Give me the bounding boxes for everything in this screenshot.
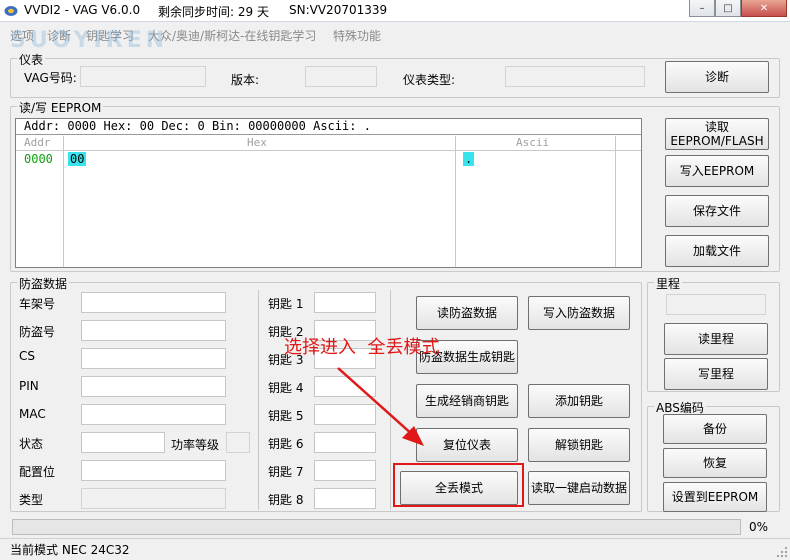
annotation-highlight-box (393, 463, 524, 507)
unlock-key-button[interactable]: 解锁钥匙 (528, 428, 630, 462)
minimize-button[interactable]: – (689, 0, 715, 17)
key-4-label: 钥匙 4 (268, 381, 304, 395)
version-label: 版本: (231, 73, 260, 87)
progress-bar (12, 519, 741, 535)
write-immo-button[interactable]: 写入防盗数据 (528, 296, 630, 330)
row-ascii-char[interactable]: . (463, 152, 475, 166)
addr-info-value: 0000 (67, 119, 97, 133)
set-to-eeprom-button[interactable]: 设置到EEPROM (663, 482, 767, 512)
menu-special-functions[interactable]: 特殊功能 (333, 27, 381, 44)
read-mileage-button[interactable]: 读里程 (664, 323, 768, 355)
reset-instrument-button[interactable]: 复位仪表 (416, 428, 518, 462)
key-1-field[interactable] (314, 292, 376, 313)
vag-number-field[interactable] (80, 66, 206, 87)
mac-label: MAC (19, 407, 46, 421)
save-file-button[interactable]: 保存文件 (665, 195, 769, 227)
read-push-start-button[interactable]: 读取一键启动数据 (528, 471, 630, 505)
load-file-button[interactable]: 加载文件 (665, 235, 769, 267)
key-5-label: 钥匙 5 (268, 409, 304, 423)
instrument-type-label: 仪表类型: (403, 73, 456, 87)
annotation-text: 选择进入 全丢模式 (284, 337, 440, 358)
current-mode-text: 当前模式 NEC 24C32 (10, 543, 130, 557)
window-title: VVDI2 - VAG V6.0.0 (24, 3, 141, 17)
pin-field[interactable] (81, 376, 226, 397)
col-hex-header: Hex (247, 136, 267, 149)
diagnose-button[interactable]: 诊断 (665, 61, 769, 93)
close-button[interactable]: ✕ (741, 0, 787, 17)
power-level-label: 功率等级 (171, 438, 220, 452)
key-8-label: 钥匙 8 (268, 493, 304, 507)
read-eeprom-button[interactable]: 读取 EEPROM/FLASH (665, 118, 769, 150)
bin-info-label: Bin: (211, 119, 241, 133)
hex-info-value: 00 (139, 119, 155, 133)
key-8-field[interactable] (314, 488, 376, 509)
row-addr: 0000 (24, 152, 53, 166)
mac-field[interactable] (81, 404, 226, 425)
row-hex-byte[interactable]: 00 (68, 152, 87, 166)
hex-info-line: Addr: 0000 Hex: 00 Dec: 0 Bin: 00000000 … (24, 119, 371, 133)
config-label: 配置位 (19, 465, 56, 479)
instrument-group-title: 仪表 (17, 51, 46, 68)
ascii-info-label: Ascii: (313, 119, 357, 133)
vin-label: 车架号 (19, 297, 56, 311)
col-ascii-header: Ascii (516, 136, 550, 149)
hex-info-label: Hex: (103, 119, 133, 133)
status-field[interactable] (81, 432, 165, 453)
eeprom-group-title: 读/写 EEPROM (17, 99, 104, 116)
immo-number-label: 防盗号 (19, 325, 56, 339)
sync-time-label: 剩余同步时间: 29 天 (158, 5, 269, 19)
key-7-label: 钥匙 7 (268, 465, 304, 479)
version-field[interactable] (305, 66, 377, 87)
serial-number: SN:VV20701339 (289, 3, 388, 17)
menu-online-key-learn[interactable]: 大众/奥迪/斯柯达-在线钥匙学习 (148, 27, 316, 44)
config-field[interactable] (81, 460, 226, 481)
mileage-group-title: 里程 (654, 275, 683, 292)
app-icon (4, 6, 18, 16)
write-eeprom-button[interactable]: 写入EEPROM (665, 155, 769, 187)
status-label: 状态 (19, 437, 44, 451)
ascii-info-value: . (363, 119, 371, 133)
key-1-label: 钥匙 1 (268, 297, 304, 311)
vag-number-label: VAG号码: (24, 71, 77, 85)
col-divider (63, 136, 64, 267)
dealer-key-button[interactable]: 生成经销商钥匙 (416, 384, 518, 418)
vin-field[interactable] (81, 292, 226, 313)
progress-label: 0% (749, 520, 769, 534)
dec-info-label: Dec: (161, 119, 191, 133)
pin-label: PIN (19, 379, 39, 393)
section-divider (258, 290, 259, 510)
bin-info-value: 00000000 (248, 119, 306, 133)
col-divider (615, 136, 616, 267)
col-divider (455, 136, 456, 267)
write-mileage-button[interactable]: 写里程 (664, 358, 768, 390)
maximize-button[interactable]: □ (715, 0, 741, 17)
cs-field[interactable] (81, 348, 226, 369)
mileage-field[interactable] (666, 294, 766, 315)
type-field[interactable] (81, 488, 226, 509)
immo-group-title: 防盗数据 (17, 275, 70, 292)
backup-button[interactable]: 备份 (663, 414, 767, 444)
instrument-type-field[interactable] (505, 66, 645, 87)
immo-number-field[interactable] (81, 320, 226, 341)
dec-info-value: 0 (197, 119, 205, 133)
type-label: 类型 (19, 493, 44, 507)
watermark: SUOYIREN (10, 28, 169, 53)
col-addr-header: Addr (24, 136, 51, 149)
addr-info-label: Addr: (24, 119, 61, 133)
power-level-field[interactable] (226, 432, 250, 453)
cs-label: CS (19, 349, 35, 363)
resize-grip-icon[interactable] (776, 546, 788, 558)
annotation-arrow (337, 367, 424, 446)
read-immo-button[interactable]: 读防盗数据 (416, 296, 518, 330)
key-6-label: 钥匙 6 (268, 437, 304, 451)
add-key-button[interactable]: 添加钥匙 (528, 384, 630, 418)
key-7-field[interactable] (314, 460, 376, 481)
restore-button[interactable]: 恢复 (663, 448, 767, 478)
